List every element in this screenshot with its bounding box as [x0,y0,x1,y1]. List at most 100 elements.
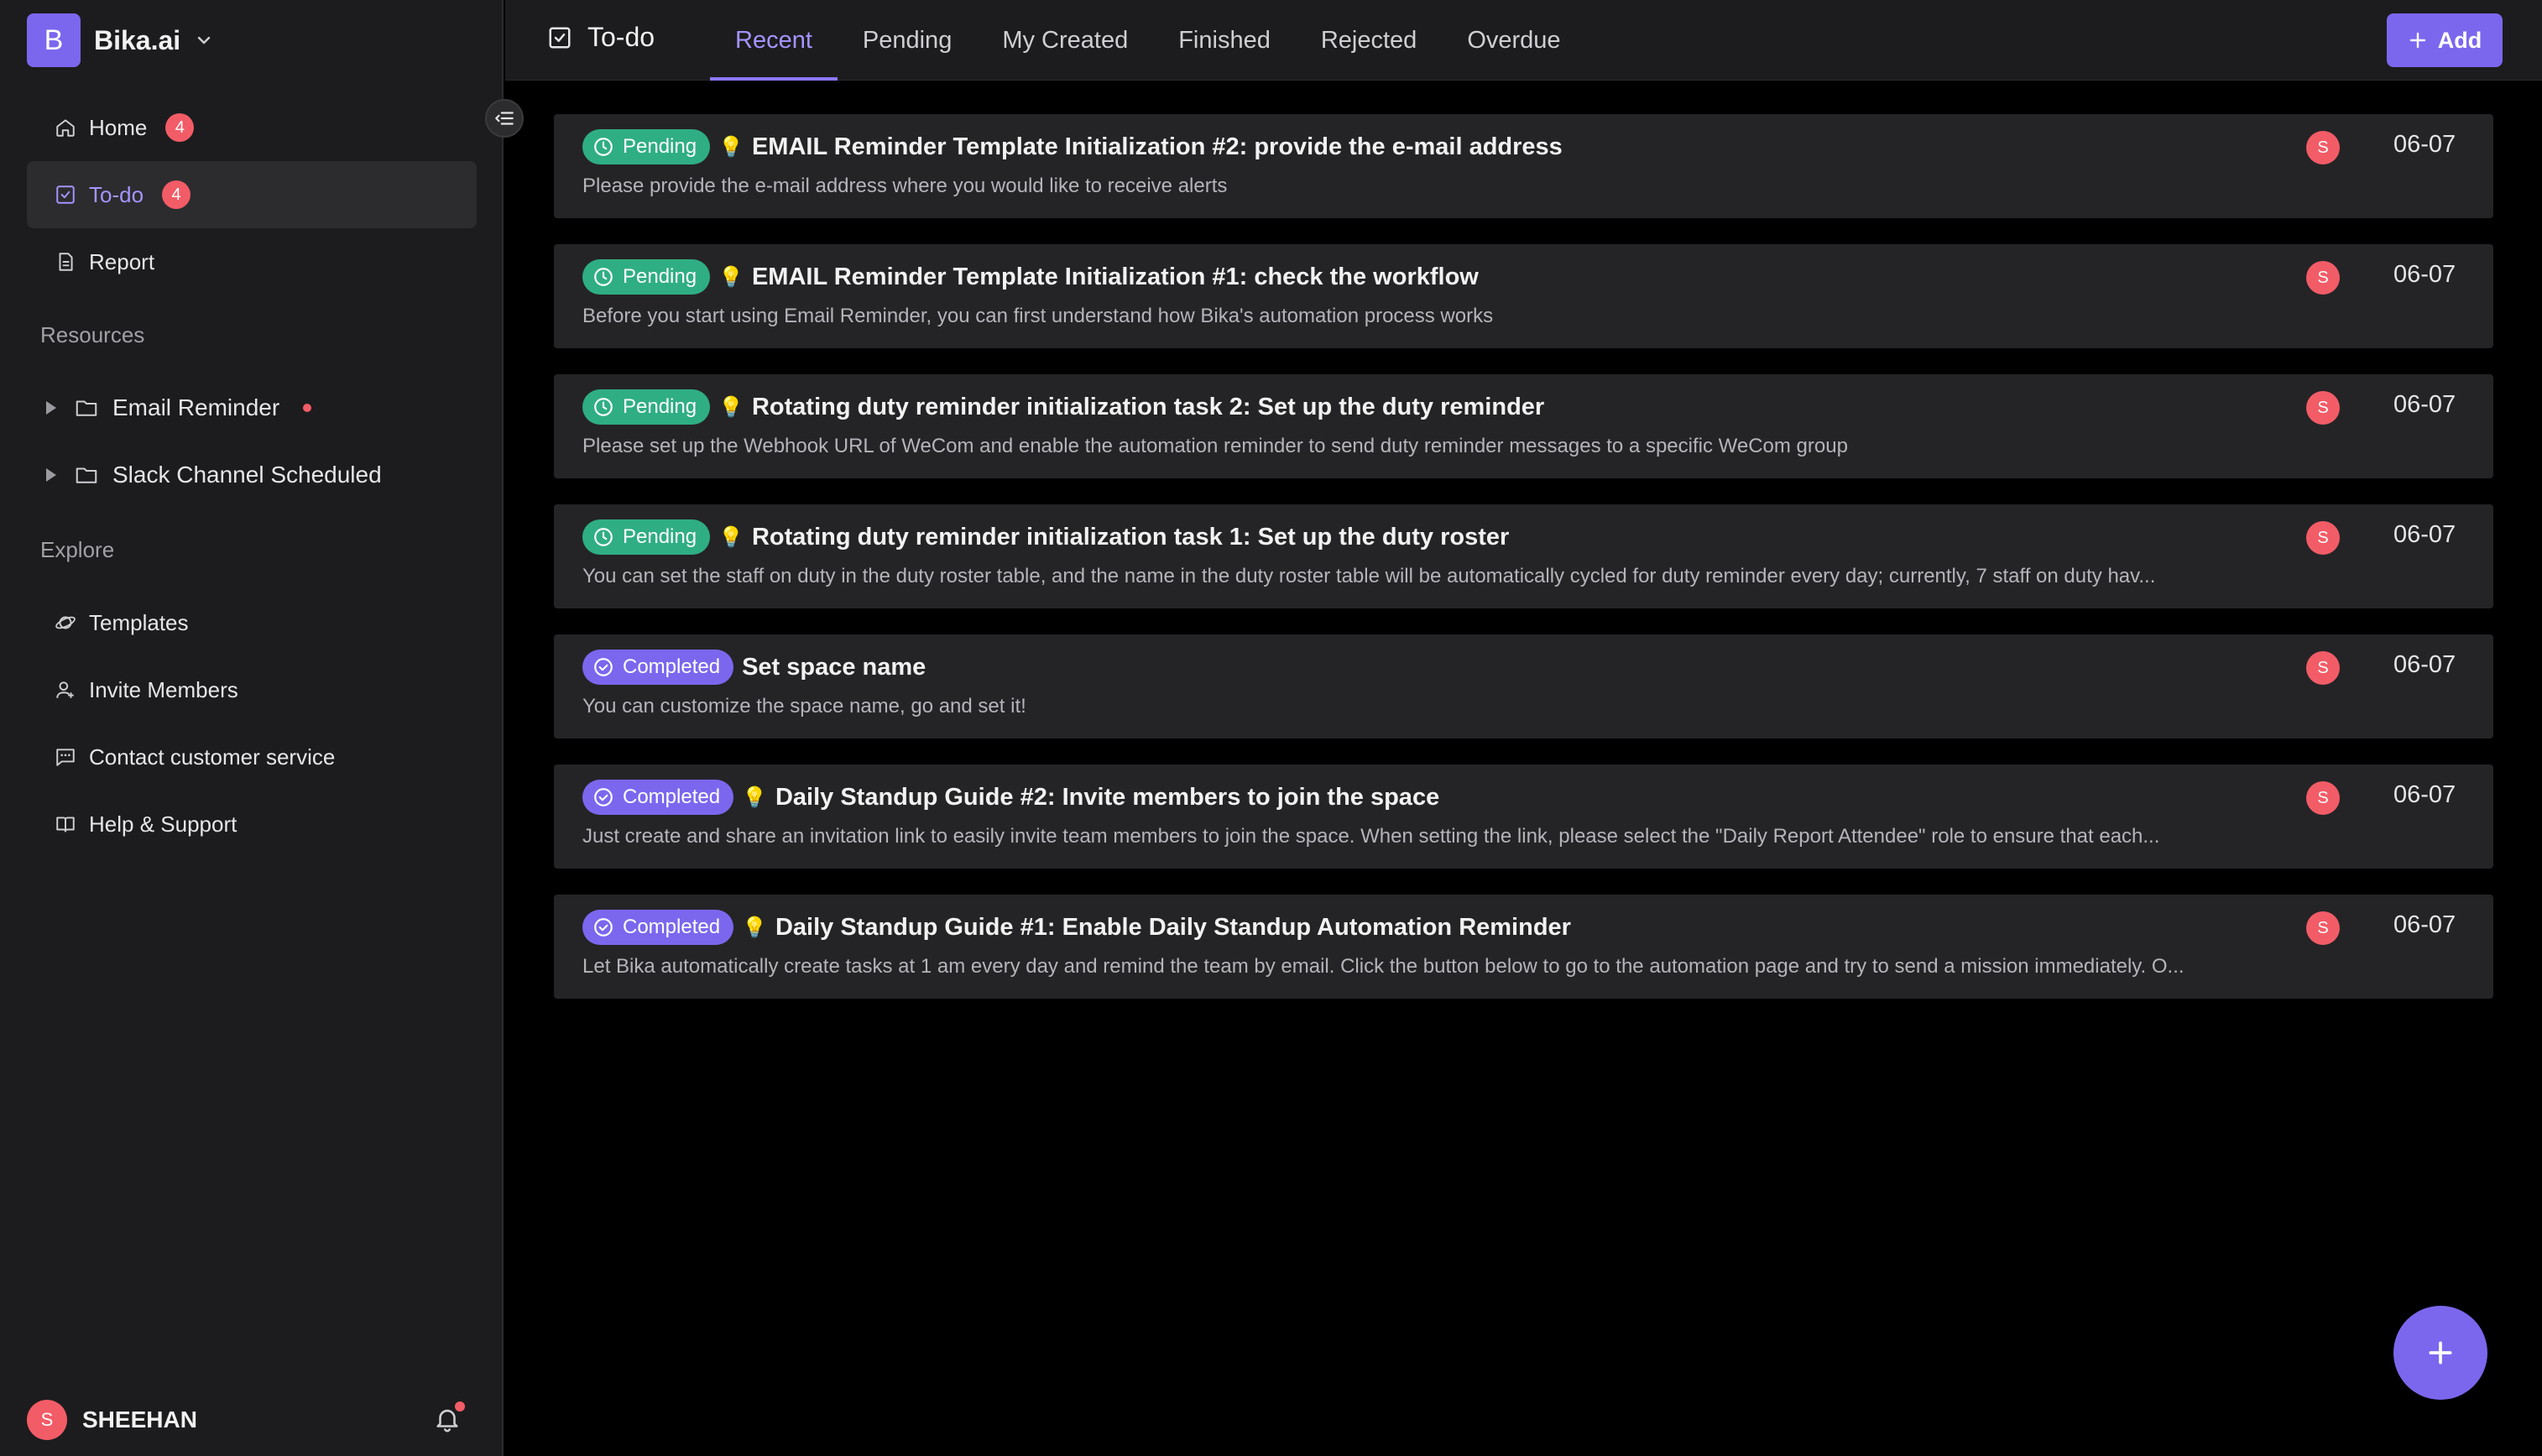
todo-description: You can set the staff on duty in the dut… [582,565,2156,587]
checkbox-icon [54,183,77,206]
todo-card[interactable]: Pending 💡 Rotating duty reminder initial… [554,374,2493,478]
status-label: Pending [623,525,697,548]
assignee-avatar: S [2306,781,2340,815]
todo-date: 06-07 [2393,651,2456,678]
sidebar-item-label: Contact customer service [89,744,336,770]
todo-description: Let Bika automatically create tasks at 1… [582,955,2184,978]
todo-card[interactable]: Pending 💡 EMAIL Reminder Template Initia… [554,244,2493,348]
todo-description: Please provide the e-mail address where … [582,175,1228,197]
status-badge: Completed [582,910,734,945]
plus-icon [2409,32,2425,49]
add-user-icon [54,678,77,702]
todo-title: EMAIL Reminder Template Initialization #… [751,263,1479,290]
user-profile[interactable]: S SHEEHAN [27,1393,477,1447]
todo-card[interactable]: Pending 💡 Rotating duty reminder initial… [554,504,2493,608]
assignee-avatar: S [2306,521,2340,555]
sidebar: B Bika.ai Home 4 To-do 4 Report Resource… [0,0,504,1456]
tab-pending[interactable]: Pending [838,0,977,81]
sidebar-item-report[interactable]: Report [27,228,477,295]
todo-date: 06-07 [2393,131,2456,158]
todo-description: Just create and share an invitation link… [582,825,2160,848]
todo-card[interactable]: Completed 💡 Daily Standup Guide #1: Enab… [554,895,2493,999]
todo-date: 06-07 [2393,521,2456,548]
add-button-label: Add [2437,27,2482,53]
lightbulb-icon: 💡 [718,135,744,159]
todo-card[interactable]: Completed 💡 Daily Standup Guide #2: Invi… [554,765,2493,869]
collapse-menu-icon [495,112,514,125]
todo-tabs: Recent Pending My Created Finished Rejec… [710,0,1586,81]
workspace-switcher[interactable]: B Bika.ai [27,13,214,67]
assignee-avatar: S [2306,911,2340,945]
chevron-down-icon [197,36,211,44]
status-label: Completed [623,916,721,938]
floating-add-button[interactable] [2393,1306,2487,1400]
planet-icon [54,611,77,634]
todo-title: EMAIL Reminder Template Initialization #… [751,133,1563,160]
status-label: Pending [623,395,697,418]
check-circle-icon [594,918,613,937]
assignee-avatar: S [2306,131,2340,164]
sidebar-item-label: Invite Members [89,676,238,702]
todo-card[interactable]: Completed Set space name You can customi… [554,634,2493,738]
todo-date: 06-07 [2393,911,2456,938]
resource-label: Slack Channel Scheduled [112,462,382,488]
status-label: Completed [623,655,721,678]
todo-description: Before you start using Email Reminder, y… [582,305,1494,327]
clock-icon [594,138,613,156]
notification-badge: 4 [165,113,195,142]
lightbulb-icon: 💡 [742,785,767,809]
page-title-text: To-do [587,22,655,52]
sidebar-item-contact-service[interactable]: Contact customer service [27,723,477,791]
tab-recent[interactable]: Recent [710,0,838,81]
lightbulb-icon: 💡 [742,916,767,939]
document-icon [54,250,77,274]
status-badge: Completed [582,780,734,815]
status-badge: Pending [582,259,711,295]
sidebar-item-label: Templates [89,609,189,635]
assignee-avatar: S [2306,391,2340,425]
todo-title: Set space name [742,653,926,681]
todo-title: Rotating duty reminder initialization ta… [751,393,1545,420]
status-label: Completed [623,785,721,808]
caret-right-icon[interactable] [40,398,60,418]
user-name: SHEEHAN [82,1406,197,1433]
todo-date: 06-07 [2393,391,2456,418]
todo-card[interactable]: Pending 💡 EMAIL Reminder Template Initia… [554,114,2493,218]
sidebar-item-templates[interactable]: Templates [27,589,477,656]
caret-right-icon[interactable] [40,465,60,485]
notification-badge: 4 [162,180,191,209]
status-badge: Completed [582,650,734,685]
collapse-sidebar-button[interactable] [485,99,524,138]
assignee-avatar: S [2306,651,2340,685]
workspace-name: Bika.ai [94,24,181,55]
sidebar-item-help-support[interactable]: Help & Support [27,791,477,858]
tab-rejected[interactable]: Rejected [1296,0,1442,81]
tab-overdue[interactable]: Overdue [1442,0,1585,81]
sidebar-item-label: Help & Support [89,811,237,837]
sidebar-item-invite-members[interactable]: Invite Members [27,656,477,723]
todo-date: 06-07 [2393,261,2456,288]
checkbox-icon [549,27,571,48]
todo-title: Daily Standup Guide #1: Enable Daily Sta… [775,913,1571,941]
sidebar-item-todo[interactable]: To-do 4 [27,161,477,228]
todo-description: You can customize the space name, go and… [582,695,1026,718]
sidebar-item-home[interactable]: Home 4 [27,94,477,161]
todo-title: Daily Standup Guide #2: Invite members t… [775,783,1440,811]
todo-description: Please set up the Webhook URL of WeCom a… [582,435,1848,457]
tab-my-created[interactable]: My Created [977,0,1153,81]
home-icon [54,116,77,139]
add-todo-button[interactable]: Add [2387,13,2503,67]
status-badge: Pending [582,519,711,555]
status-badge: Pending [582,389,711,425]
resource-folder-slack-channel[interactable]: Slack Channel Scheduled [40,441,477,509]
tab-finished[interactable]: Finished [1153,0,1296,81]
page-title: To-do [547,22,655,53]
chat-icon [54,745,77,769]
resource-folder-email-reminder[interactable]: Email Reminder [40,374,477,441]
status-badge: Pending [582,129,711,164]
lightbulb-icon: 💡 [718,525,744,549]
top-bar: To-do Recent Pending My Created Finished… [505,0,2542,81]
workspace-logo: B [27,13,81,67]
explore-section-title: Explore [40,537,115,562]
sidebar-item-label: Home [89,114,148,140]
